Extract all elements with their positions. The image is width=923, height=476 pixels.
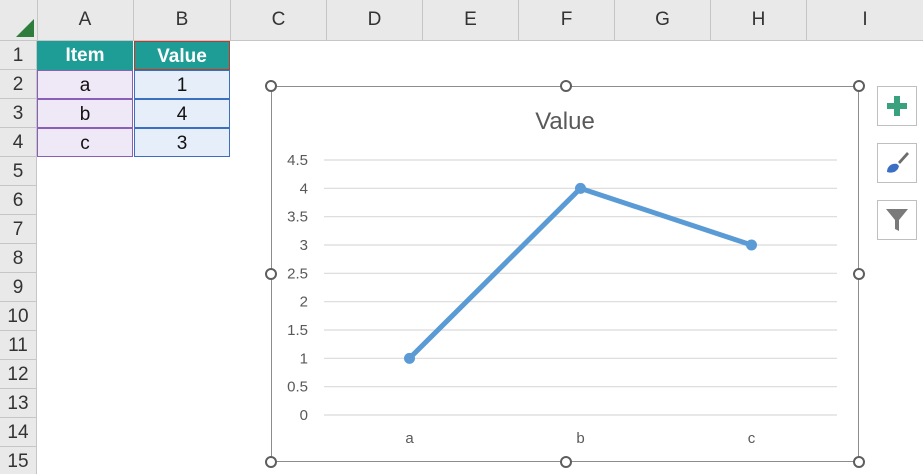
y-tick-label: 0 bbox=[300, 407, 308, 424]
resize-handle-left[interactable] bbox=[265, 268, 277, 280]
data-point[interactable] bbox=[575, 182, 586, 194]
data-point[interactable] bbox=[404, 352, 415, 364]
cell-b2[interactable]: 1 bbox=[134, 70, 230, 99]
y-axis-ticks: 0 0.5 1 1.5 2 2.5 3 3.5 4 4.5 bbox=[287, 152, 308, 424]
column-header-g[interactable]: G bbox=[615, 0, 711, 40]
row-header-3[interactable]: 3 bbox=[0, 99, 37, 128]
x-tick-label: b bbox=[576, 430, 584, 447]
row-header-7[interactable]: 7 bbox=[0, 215, 37, 244]
resize-handle-bottom-right[interactable] bbox=[853, 456, 865, 468]
row-header-8[interactable]: 8 bbox=[0, 244, 37, 273]
row-header-9[interactable]: 9 bbox=[0, 273, 37, 302]
select-all-corner[interactable] bbox=[0, 0, 38, 40]
x-tick-label: c bbox=[748, 430, 756, 447]
chart-elements-icon bbox=[887, 96, 907, 116]
cell-b1-header[interactable]: Value bbox=[134, 41, 230, 70]
chart-svg: Value 0 0.5 1 1.5 2 2.5 3 3.5 4 4.5 a b c bbox=[287, 108, 837, 447]
y-tick-label: 2.5 bbox=[287, 265, 308, 282]
y-tick-label: 4.5 bbox=[287, 152, 308, 169]
resize-handle-bottom[interactable] bbox=[560, 456, 572, 468]
cell-a2[interactable]: a bbox=[37, 70, 133, 99]
y-tick-label: 1 bbox=[300, 350, 308, 367]
cell-a3[interactable]: b bbox=[37, 99, 133, 128]
row-header-15[interactable]: 15 bbox=[0, 447, 37, 474]
x-tick-label: a bbox=[405, 430, 414, 447]
y-tick-label: 2 bbox=[300, 294, 308, 311]
column-header-i[interactable]: I bbox=[807, 0, 923, 40]
y-tick-label: 0.5 bbox=[287, 379, 308, 396]
y-tick-label: 3.5 bbox=[287, 209, 308, 226]
y-tick-label: 3 bbox=[300, 237, 308, 254]
row-header-5[interactable]: 5 bbox=[0, 157, 37, 186]
cell-a1-header[interactable]: Item bbox=[37, 41, 133, 70]
gridlines bbox=[324, 159, 837, 416]
cell-b3[interactable]: 4 bbox=[134, 99, 230, 128]
column-header-f[interactable]: F bbox=[519, 0, 615, 40]
cell-b4[interactable]: 3 bbox=[134, 128, 230, 157]
row-header-11[interactable]: 11 bbox=[0, 331, 37, 360]
row-header-2[interactable]: 2 bbox=[0, 70, 37, 99]
chart-filters-icon bbox=[886, 209, 908, 231]
row-header-14[interactable]: 14 bbox=[0, 418, 37, 447]
resize-handle-top-right[interactable] bbox=[853, 80, 865, 92]
resize-handle-top[interactable] bbox=[560, 80, 572, 92]
column-header-c[interactable]: C bbox=[231, 0, 327, 40]
row-header-10[interactable]: 10 bbox=[0, 302, 37, 331]
column-header-e[interactable]: E bbox=[423, 0, 519, 40]
row-header-13[interactable]: 13 bbox=[0, 389, 37, 418]
y-tick-label: 4 bbox=[300, 180, 308, 197]
chart-styles-icon bbox=[887, 152, 909, 173]
select-all-icon bbox=[16, 19, 34, 37]
data-point[interactable] bbox=[746, 239, 757, 251]
x-axis-ticks: a b c bbox=[405, 430, 755, 447]
y-tick-label: 1.5 bbox=[287, 322, 308, 339]
chart-styles-button[interactable] bbox=[877, 143, 917, 183]
chart-title[interactable]: Value bbox=[535, 108, 595, 135]
column-header-a[interactable]: A bbox=[37, 0, 134, 40]
line-chart[interactable]: Value 0 0.5 1 1.5 2 2.5 3 3.5 4 4.5 a b c bbox=[271, 86, 859, 462]
chart-filters-button[interactable] bbox=[877, 200, 917, 240]
cell-a4[interactable]: c bbox=[37, 128, 133, 157]
row-header-1[interactable]: 1 bbox=[0, 41, 37, 70]
column-header-b[interactable]: B bbox=[134, 0, 231, 40]
row-header-4[interactable]: 4 bbox=[0, 128, 37, 157]
resize-handle-bottom-left[interactable] bbox=[265, 456, 277, 468]
resize-handle-right[interactable] bbox=[853, 268, 865, 280]
column-header-h[interactable]: H bbox=[711, 0, 807, 40]
chart-elements-button[interactable] bbox=[877, 86, 917, 126]
row-header-12[interactable]: 12 bbox=[0, 360, 37, 389]
column-header-row: A B C D E F G H I bbox=[0, 0, 923, 41]
row-header-6[interactable]: 6 bbox=[0, 186, 37, 215]
column-header-d[interactable]: D bbox=[327, 0, 423, 40]
resize-handle-top-left[interactable] bbox=[265, 80, 277, 92]
